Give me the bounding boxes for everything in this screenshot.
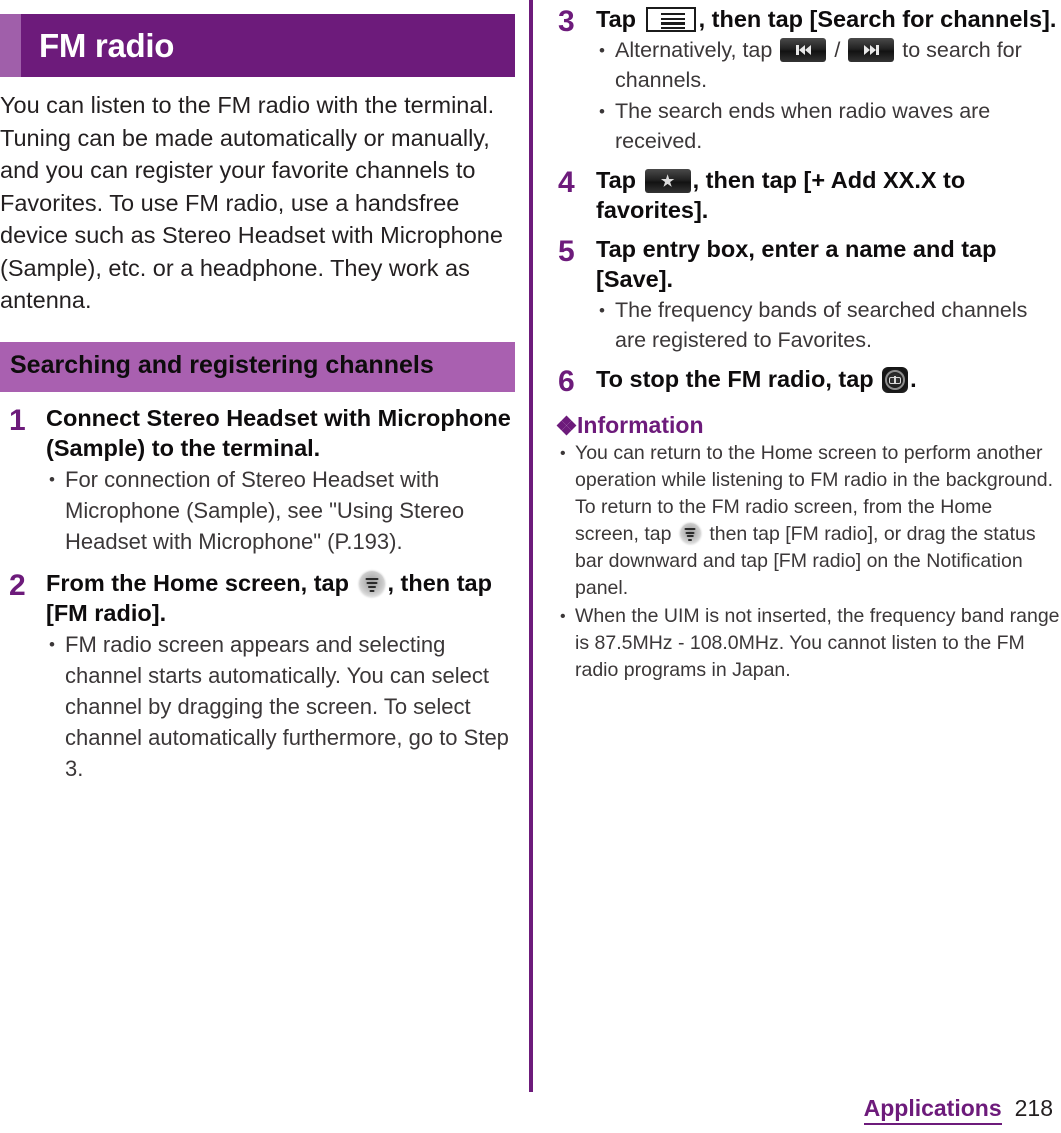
step-number: 2 <box>9 568 26 602</box>
step-heading-text-before: To stop the FM radio, tap <box>596 366 874 392</box>
step-6: 6 To stop the FM radio, tap . <box>552 364 1061 397</box>
step-bullets: The frequency bands of searched channels… <box>596 295 1061 355</box>
step-number: 4 <box>558 166 575 199</box>
step-heading: Connect Stereo Headset with Microphone (… <box>46 404 511 461</box>
step-heading-text-before: Tap <box>596 167 637 193</box>
page-footer: Applications 218 <box>863 1095 1053 1125</box>
step-body: Tap , then tap [Search for channels]. Al… <box>596 4 1061 156</box>
step-heading-text-before: From the Home screen, tap <box>46 569 349 596</box>
step-number: 5 <box>558 235 575 268</box>
section-header-bar: Searching and registering channels <box>0 341 515 392</box>
step-heading: Tap ★ , then tap [+ Add XX.X to favorite… <box>596 165 1061 225</box>
step-heading: To stop the FM radio, tap . <box>596 364 1061 394</box>
step-heading-text-before: Tap <box>596 6 637 32</box>
step-heading: Tap entry box, enter a name and tap [Sav… <box>596 236 997 292</box>
step-number: 3 <box>558 5 575 38</box>
step-heading-text-after: . <box>910 366 917 392</box>
step-body: Tap ★ , then tap [+ Add XX.X to favorite… <box>596 165 1061 225</box>
step-1: 1 Connect Stereo Headset with Microphone… <box>0 403 515 557</box>
bullet-item: The frequency bands of searched channels… <box>596 295 1061 355</box>
step-bullets: FM radio screen appears and selecting ch… <box>46 629 515 784</box>
intro-paragraph: You can listen to the FM radio with the … <box>0 92 503 313</box>
step-bullets: Alternatively, tap / to search for chann… <box>596 35 1061 156</box>
chapter-title-bar: FM radio <box>0 14 515 77</box>
next-track-icon <box>848 38 895 62</box>
footer-page-number: 218 <box>1014 1095 1053 1121</box>
step-heading: From the Home screen, tap , then tap [FM… <box>46 568 515 628</box>
chapter-bar-accent <box>0 14 21 77</box>
menu-icon <box>645 7 696 32</box>
manual-page: FM radio You can listen to the FM radio … <box>0 0 1061 1133</box>
app-drawer-icon <box>358 570 385 597</box>
step-body: From the Home screen, tap , then tap [FM… <box>46 568 515 784</box>
bullet-item: For connection of Stereo Headset with Mi… <box>46 464 515 557</box>
information-title: Information <box>577 412 704 438</box>
step-body: Tap entry box, enter a name and tap [Sav… <box>596 234 1061 355</box>
step-bullets: For connection of Stereo Headset with Mi… <box>46 464 515 557</box>
bullet-item: Alternatively, tap / to search for chann… <box>596 35 1061 95</box>
fm-radio-stop-icon <box>882 367 909 393</box>
information-block: Information You can return to the Home s… <box>552 411 1061 684</box>
bullet-item: FM radio screen appears and selecting ch… <box>46 629 515 784</box>
step-body: Connect Stereo Headset with Microphone (… <box>46 403 515 557</box>
left-column: FM radio You can listen to the FM radio … <box>0 0 515 784</box>
bullet-item: The search ends when radio waves are rec… <box>596 96 1061 156</box>
step-2: 2 From the Home screen, tap , then tap [… <box>0 568 515 784</box>
bullet-text-before: Alternatively, tap <box>615 38 773 62</box>
previous-track-icon <box>780 38 827 62</box>
step-4: 4 Tap ★ , then tap [+ Add XX.X to favori… <box>552 165 1061 225</box>
information-item: When the UIM is not inserted, the freque… <box>558 603 1061 684</box>
step-heading: Tap , then tap [Search for channels]. <box>596 4 1061 34</box>
chapter-bar-main: FM radio <box>21 14 515 77</box>
information-list: You can return to the Home screen to per… <box>558 440 1061 684</box>
information-item: You can return to the Home screen to per… <box>558 440 1061 602</box>
page-title: FM radio <box>39 26 175 64</box>
step-heading-text-after: , then tap [Search for channels]. <box>698 6 1057 32</box>
column-divider <box>529 0 533 1092</box>
footer-chapter-label: Applications <box>863 1095 1002 1125</box>
step-3: 3 Tap , then tap [Search for channels]. … <box>552 4 1061 156</box>
information-heading: Information <box>556 411 1061 439</box>
app-drawer-icon <box>679 523 701 544</box>
section-title: Searching and registering channels <box>10 350 434 379</box>
step-body: To stop the FM radio, tap . <box>596 364 1061 394</box>
diamond-flower-icon <box>556 415 577 435</box>
step-number: 1 <box>9 403 26 437</box>
step-5: 5 Tap entry box, enter a name and tap [S… <box>552 234 1061 355</box>
favorite-star-icon: ★ <box>644 169 691 193</box>
step-number: 6 <box>558 365 575 398</box>
bullet-text-mid: / <box>834 38 841 62</box>
right-column: 3 Tap , then tap [Search for channels]. … <box>552 0 1061 684</box>
